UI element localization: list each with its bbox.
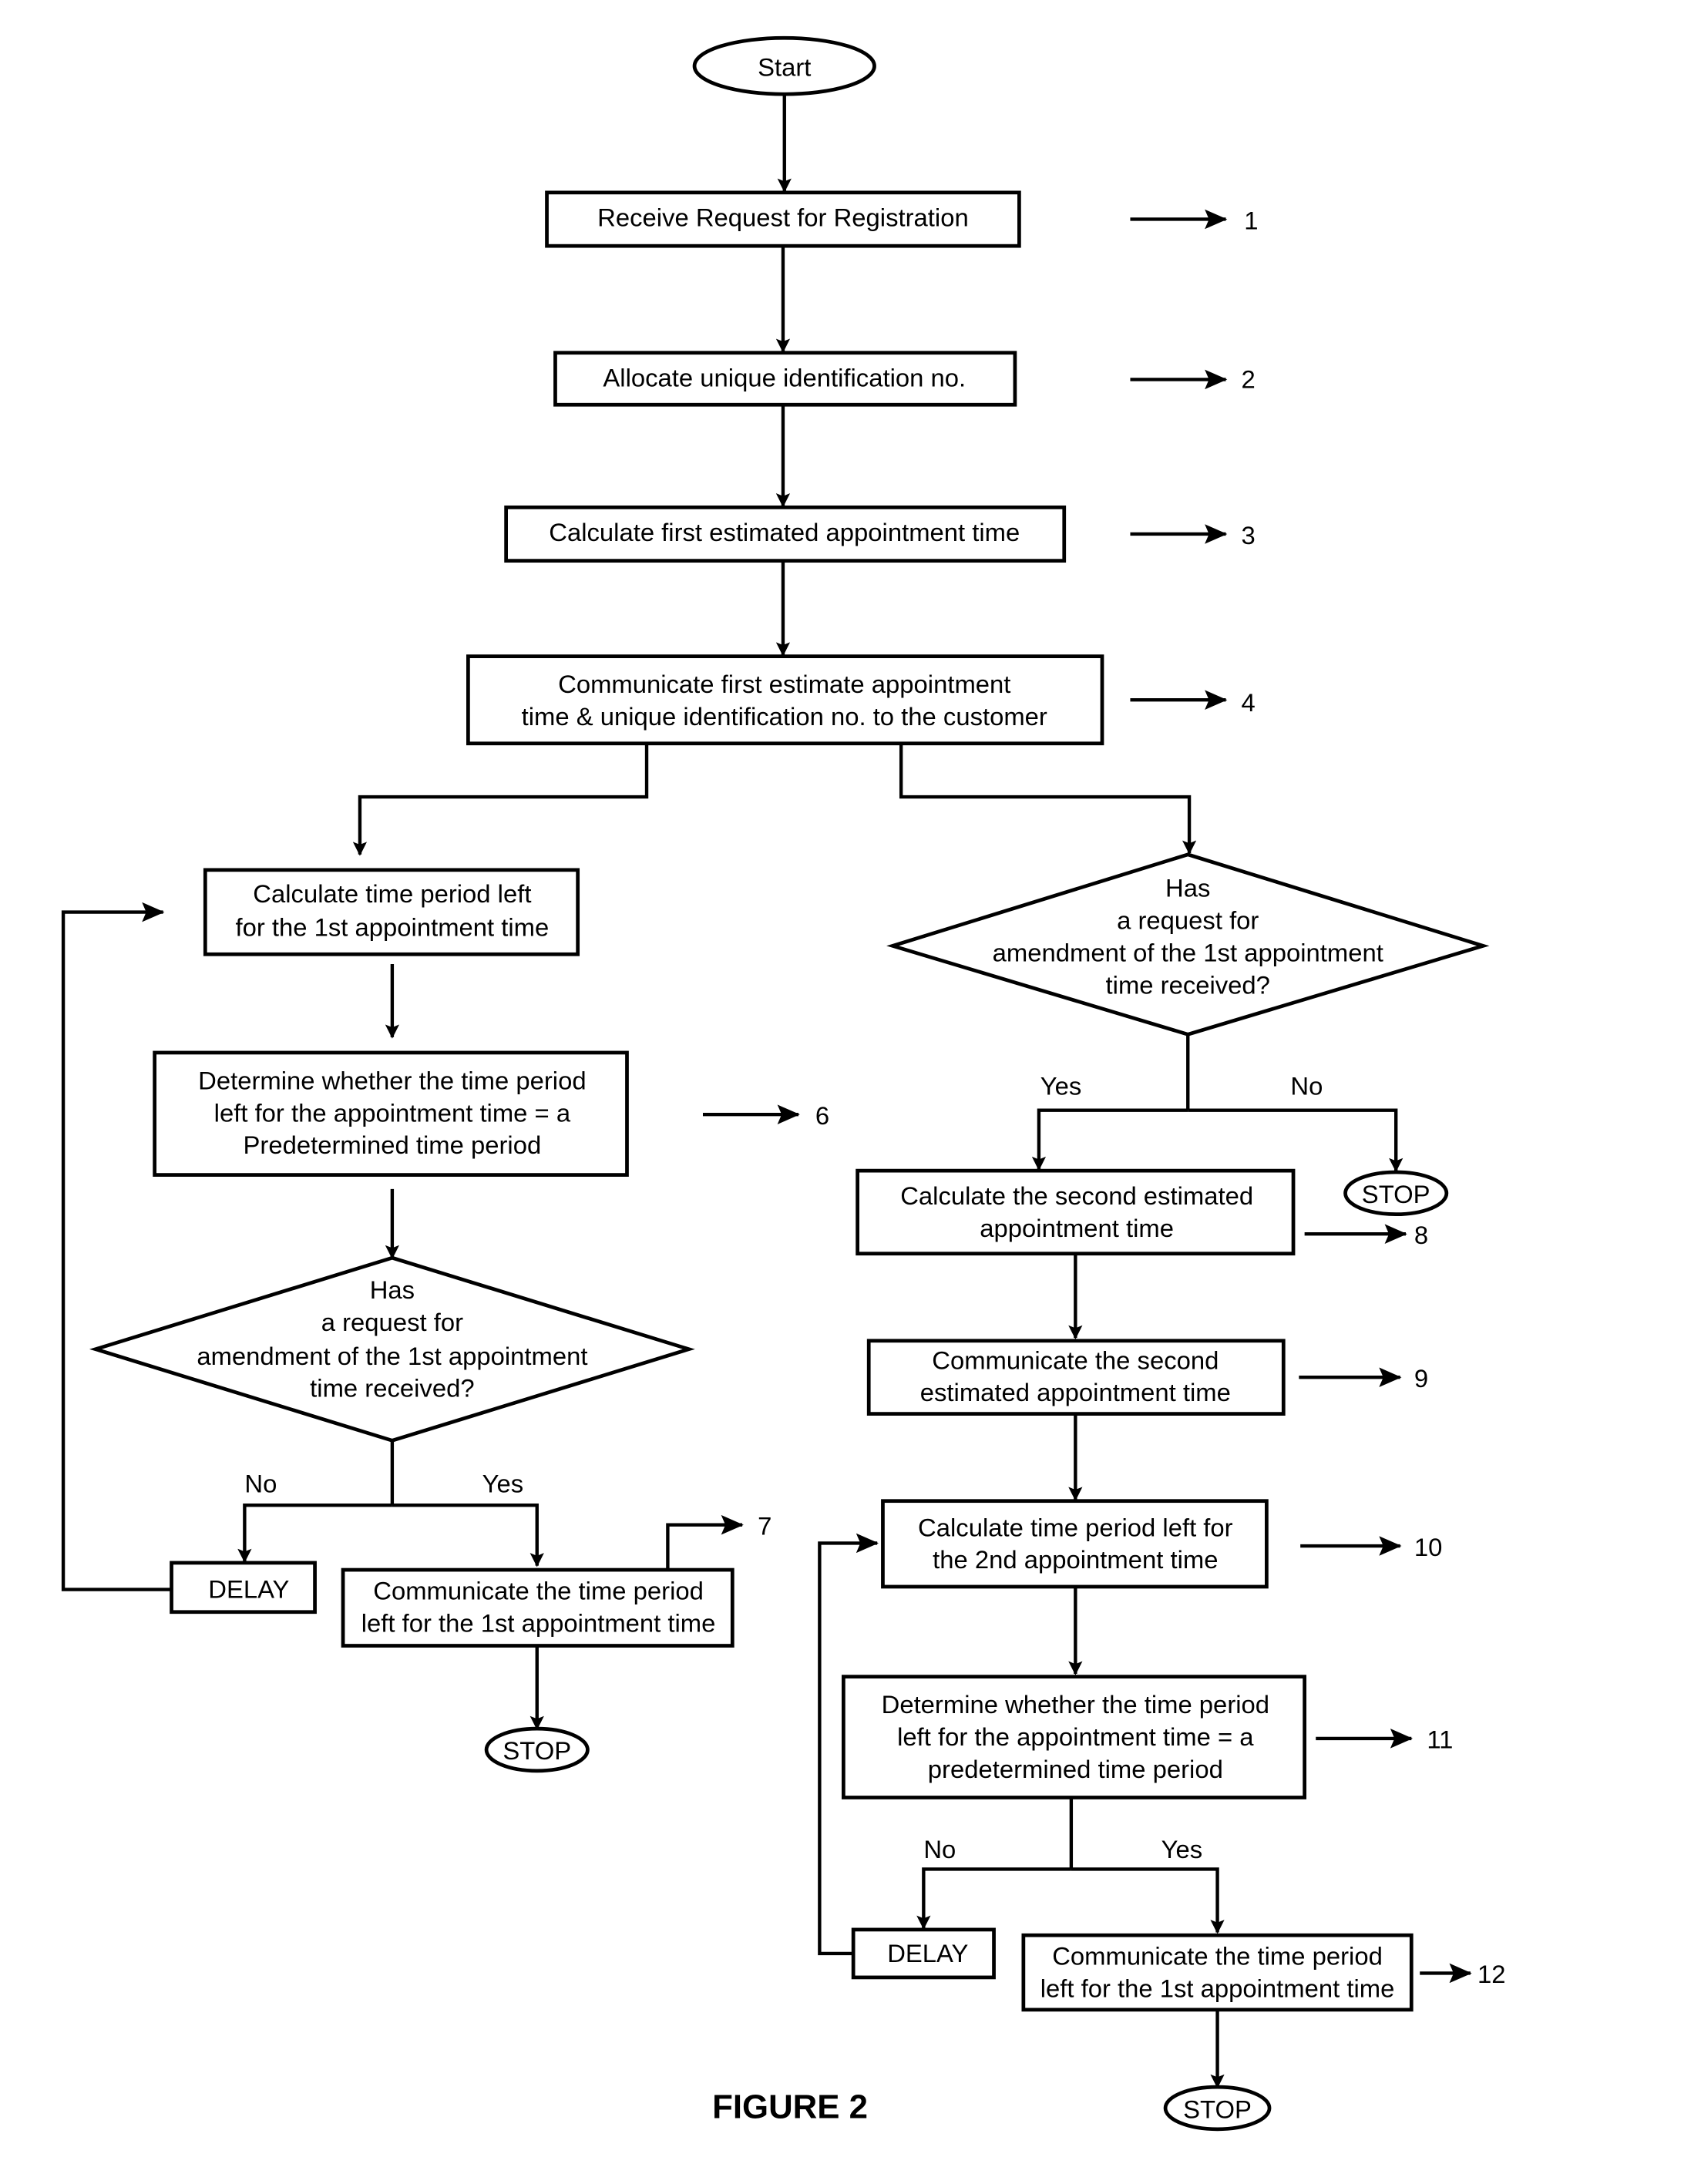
step-12-text-line1: Communicate the time period [1052,1942,1383,1971]
connector-yes [1031,1108,1188,1171]
ref-number-8: 8 [1414,1221,1428,1249]
connector-left-branch [352,743,649,856]
step-11-text-line2: left for the appointment time = a [897,1722,1254,1751]
decision-2-no-label: No [1290,1072,1323,1100]
decision-1-no-label: No [244,1470,277,1498]
step-4-text-line2: time & unique identification no. to the … [522,702,1047,731]
start-label: Start [758,52,811,81]
connector-yes [1071,1867,1225,1934]
step-12-text-line2: left for the 1st appointment time [1040,1974,1395,2002]
stop-1-label: STOP [503,1736,571,1765]
ref-number-10: 10 [1414,1533,1443,1561]
ref-arrow-7 [666,1514,744,1571]
ref-number-12: 12 [1477,1960,1506,1988]
step-10-text-line1: Calculate time period left for [918,1513,1233,1541]
figure-caption: FIGURE 2 [712,2088,868,2125]
stop-2-label: STOP [1362,1180,1430,1208]
decision-1-text-line4: time received? [310,1374,474,1403]
loop-back-connector [61,902,172,1591]
ref-number-9: 9 [1414,1364,1428,1393]
step-5-text-line2: for the 1st appointment time [236,913,550,942]
decision-2-text-line2: a request for [1117,906,1259,934]
step-4-text-line1: Communicate first estimate appointment [558,670,1010,698]
decision-3-yes-label: Yes [1161,1835,1203,1863]
decision-2-text-line3: amendment of the 1st appointment [993,938,1383,966]
flowchart: Start Receive Request for Registration 1… [61,35,1506,2132]
ref-number-3: 3 [1242,521,1256,549]
step-1-text: Receive Request for Registration [597,203,969,232]
decision-3-no-label: No [923,1835,956,1863]
decision-2-text-line1: Has [1165,874,1210,902]
step-11-text-line1: Determine whether the time period [882,1690,1269,1719]
connector-no [1188,1108,1403,1172]
connector-no [916,1867,1071,1930]
step-6-text-line1: Determine whether the time period [198,1066,586,1094]
connector-right-branch [899,743,1197,855]
ref-number-4: 4 [1242,688,1256,717]
connector-yes [392,1503,544,1567]
delay-1-text: DELAY [208,1575,289,1604]
step-7-text-line1: Communicate the time period [373,1576,704,1604]
ref-number-7: 7 [758,1511,772,1540]
ref-number-6: 6 [815,1101,829,1130]
ref-number-1: 1 [1244,206,1258,234]
decision-2-yes-label: Yes [1040,1072,1082,1100]
step-5-text-line1: Calculate time period left [253,879,531,908]
step-8-text-line1: Calculate the second estimated [900,1181,1253,1210]
ref-number-2: 2 [1242,365,1256,393]
step-6-text-line2: left for the appointment time = a [214,1098,571,1127]
step-7-text-line2: left for the 1st appointment time [361,1608,716,1637]
connector-no [237,1503,392,1563]
stop-3-label: STOP [1183,2095,1252,2123]
step-10-text-line2: the 2nd appointment time [933,1545,1218,1574]
delay-2-text: DELAY [887,1939,968,1967]
decision-2-text-line4: time received? [1106,970,1270,999]
decision-1-yes-label: Yes [482,1470,524,1498]
step-9-text-line2: estimated appointment time [920,1378,1231,1406]
decision-1-text-line2: a request for [321,1308,463,1336]
decision-1-text-line1: Has [370,1275,415,1304]
ref-number-11: 11 [1427,1725,1453,1754]
step-6-text-line3: Predetermined time period [244,1131,542,1159]
step-8-text-line2: appointment time [980,1214,1174,1242]
step-11-text-line3: predetermined time period [928,1755,1223,1783]
step-3-text: Calculate first estimated appointment ti… [549,518,1020,546]
decision-1-text-line3: amendment of the 1st appointment [197,1342,587,1370]
step-9-text-line1: Communicate the second [932,1346,1219,1374]
step-2-text: Allocate unique identification no. [603,364,966,392]
